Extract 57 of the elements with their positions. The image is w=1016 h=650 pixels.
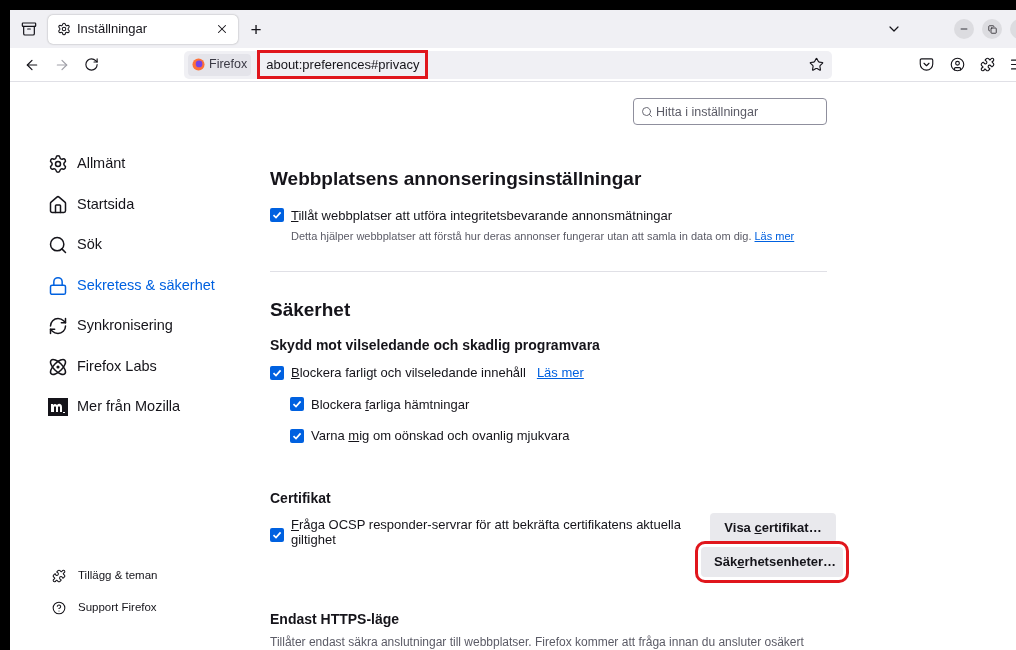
home-icon: [48, 194, 68, 215]
extensions-icon[interactable]: [980, 57, 995, 72]
browser-tab[interactable]: Inställningar: [48, 14, 238, 44]
section-heading: Webbplatsens annonseringsinställningar: [270, 167, 643, 191]
bookmark-star-icon[interactable]: [809, 57, 824, 72]
sidebar-item[interactable]: Allmänt: [48, 144, 270, 185]
reload-icon[interactable]: [84, 57, 99, 72]
checkbox-label: Blockera farliga hämtningar: [311, 395, 470, 414]
restore-button[interactable]: [982, 19, 1002, 39]
checkbox[interactable]: [270, 365, 284, 380]
checkbox-label: Tillåt webbplatser att utföra integritetsbevarande annonsmätningar: [291, 206, 673, 225]
identity-chip[interactable]: Firefox: [188, 53, 252, 76]
subsection-heading: Certifikat: [270, 488, 332, 508]
sidebar-item[interactable]: Mer från Mozilla: [48, 387, 270, 428]
sidebar-item[interactable]: Sök: [48, 225, 270, 266]
search-icon: [48, 235, 68, 256]
help-icon: [52, 601, 66, 615]
gear-icon: [48, 154, 68, 175]
sidebar-item[interactable]: Synkronisering: [48, 306, 270, 347]
sidebar-item[interactable]: Startsida: [48, 184, 270, 225]
sidebar-item[interactable]: Sekretess & säkerhet: [48, 265, 270, 306]
search-icon: [641, 106, 653, 118]
dialog-button[interactable]: Visa certifikat…: [710, 512, 836, 543]
checkbox-label: Varna mig om oönskad och ovanlig mjukvara: [311, 427, 570, 445]
sidebar-link[interactable]: Support Firefox: [48, 592, 270, 624]
mozilla-logo-icon: [48, 398, 68, 417]
sidebar-link[interactable]: Tillägg & teman: [48, 560, 270, 592]
lock-icon: [48, 275, 68, 296]
sidebar-item[interactable]: Firefox Labs: [48, 346, 270, 387]
checkbox[interactable]: [290, 428, 304, 443]
section-heading: Säkerhet: [270, 297, 352, 322]
checkbox-label: Fråga OCSP responder-servrar för att bekräfta certifikatens aktuella giltighet: [291, 516, 682, 547]
description-text: Detta hjälper webbplatser att förstå hur deras annonser fungerar utan att samla in data om dig. Läs mer: [291, 229, 796, 244]
account-icon[interactable]: [950, 57, 965, 72]
pocket-icon[interactable]: [919, 57, 934, 72]
tab-title: Inställningar: [77, 20, 149, 39]
learn-more-link[interactable]: Läs mer: [536, 363, 584, 383]
sync-icon: [48, 316, 68, 337]
gear-icon: [57, 22, 71, 36]
learn-more-link[interactable]: Läs mer: [754, 230, 795, 242]
address-text[interactable]: about:preferences#privacy: [257, 49, 429, 80]
checkbox[interactable]: [270, 208, 284, 223]
checkbox[interactable]: [290, 397, 304, 412]
new-tab-button[interactable]: +: [245, 18, 267, 40]
url-bar[interactable]: Firefox about:preferences#privacy: [184, 50, 832, 79]
puzzle-icon: [52, 569, 66, 583]
tab-list-icon[interactable]: [21, 21, 37, 37]
firefox-logo-icon: [192, 58, 205, 71]
checkbox-label: Blockera farligt och vilseledande innehåll: [291, 364, 526, 382]
minimize-button[interactable]: [954, 19, 974, 39]
subsection-heading: Skydd mot vilseledande och skadlig programvara: [270, 336, 601, 355]
search-field[interactable]: Hitta i inställningar: [633, 98, 827, 125]
subsection-heading: Endast HTTPS-läge: [270, 609, 401, 629]
checkbox[interactable]: [270, 527, 284, 542]
description-text: Tillåter endast säkra anslutningar till webbplatser. Firefox kommer att fråga innan du ansluter osäkert: [270, 633, 805, 650]
atom-icon: [48, 356, 68, 377]
close-tab-icon[interactable]: [215, 22, 229, 36]
